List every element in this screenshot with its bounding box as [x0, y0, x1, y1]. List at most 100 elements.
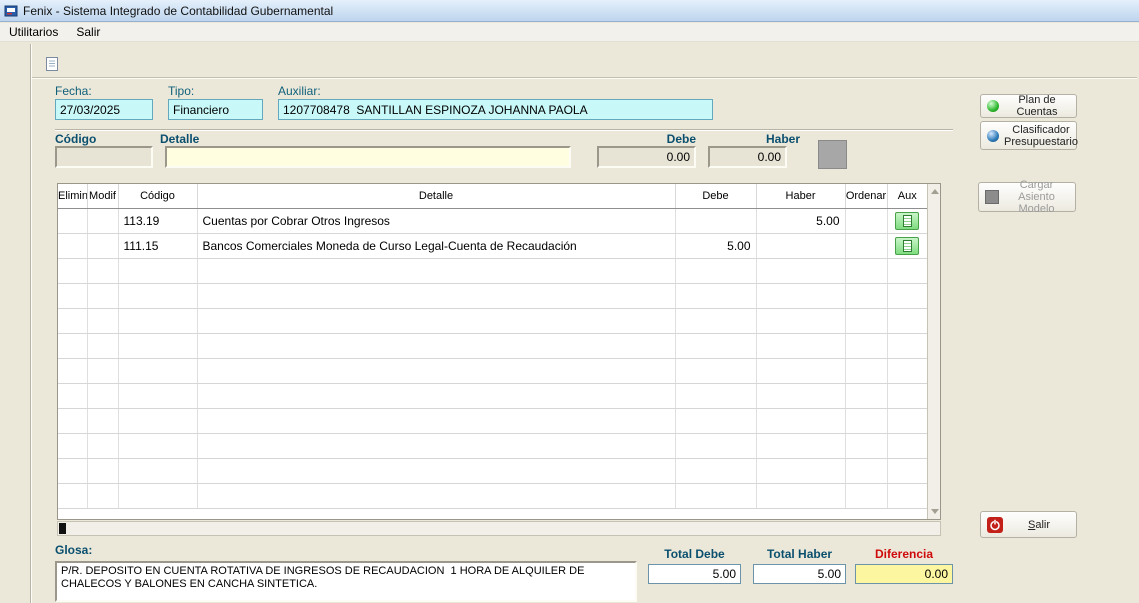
cell-ordenar — [845, 208, 888, 234]
grid-header-2: Modif — [87, 184, 119, 209]
form-separator — [55, 129, 953, 131]
plan-de-cuentas-button[interactable]: Plan de Cuentas — [980, 94, 1077, 118]
glosa-textarea[interactable]: P/R. DEPOSITO EN CUENTA ROTATIVA DE INGR… — [55, 561, 637, 602]
cell-debe — [675, 458, 757, 484]
grid-vertical-scrollbar[interactable] — [927, 184, 940, 519]
table-row[interactable] — [58, 358, 927, 384]
diferencia-field — [855, 564, 953, 584]
cell-codigo — [118, 308, 198, 334]
scroll-down-icon — [931, 509, 939, 514]
green-sphere-icon — [987, 100, 999, 112]
cell-debe — [675, 408, 757, 434]
panel-divider — [30, 44, 31, 603]
fecha-label: Fecha: — [55, 84, 92, 98]
table-row[interactable]: 111.15 Bancos Comerciales Moneda de Curso… — [58, 233, 927, 259]
cell-haber — [756, 433, 846, 459]
scrollbar-thumb[interactable] — [59, 523, 66, 534]
cell-modif — [87, 208, 119, 234]
cell-ordenar — [845, 358, 888, 384]
cell-ordenar — [845, 258, 888, 284]
tipo-field[interactable] — [168, 99, 263, 120]
cell-haber — [756, 308, 846, 334]
grid-header-4: Detalle — [197, 184, 676, 209]
cell-detalle: Bancos Comerciales Moneda de Curso Legal… — [197, 233, 676, 259]
cell-elimin — [58, 458, 88, 484]
cell-detalle — [197, 283, 676, 309]
table-row[interactable] — [58, 283, 927, 309]
table-row[interactable] — [58, 433, 927, 459]
table-row[interactable] — [58, 333, 927, 359]
cell-modif — [87, 483, 119, 509]
cell-elimin — [58, 483, 88, 509]
codigo-input[interactable] — [55, 146, 153, 168]
cell-detalle — [197, 258, 676, 284]
cell-haber — [756, 233, 846, 259]
cell-haber — [756, 283, 846, 309]
cell-modif — [87, 308, 119, 334]
fecha-field[interactable] — [55, 99, 153, 120]
cell-debe — [675, 333, 757, 359]
grid-header-7: Ordenar — [845, 184, 888, 209]
clasificador-presupuestario-button[interactable]: Clasificador Presupuestario — [980, 121, 1078, 150]
document-icon — [902, 239, 912, 252]
grid-header-6: Haber — [756, 184, 846, 209]
table-row[interactable] — [58, 483, 927, 509]
menu-item-utilitarios[interactable]: Utilitarios — [0, 23, 67, 41]
menu-bar: Utilitarios Salir — [0, 23, 1139, 42]
cell-ordenar — [845, 483, 888, 509]
new-document-button[interactable] — [41, 53, 63, 75]
table-row[interactable] — [58, 408, 927, 434]
debe-input[interactable] — [597, 146, 696, 168]
cell-elimin — [58, 408, 88, 434]
cell-aux — [887, 433, 927, 459]
cell-aux — [887, 258, 927, 284]
aux-button[interactable] — [895, 211, 920, 230]
cell-ordenar — [845, 233, 888, 259]
cell-elimin — [58, 233, 88, 259]
salir-button[interactable]: Salir — [980, 511, 1077, 538]
cell-aux — [887, 383, 927, 409]
total-debe-label: Total Debe — [664, 547, 725, 561]
cell-aux — [887, 208, 927, 234]
cell-codigo — [118, 408, 198, 434]
cell-ordenar — [845, 408, 888, 434]
cell-codigo: 111.15 — [118, 233, 198, 259]
cell-debe — [675, 383, 757, 409]
table-row[interactable] — [58, 308, 927, 334]
detalle-label: Detalle — [160, 132, 200, 146]
table-row[interactable] — [58, 458, 927, 484]
auxiliar-field[interactable] — [278, 99, 713, 120]
cell-debe — [675, 283, 757, 309]
cell-haber — [756, 258, 846, 284]
grid-header-1: Elimin — [58, 184, 88, 209]
grid-body: 113.19 Cuentas por Cobrar Otros Ingresos 5… — [58, 208, 927, 509]
cell-debe — [675, 258, 757, 284]
glosa-label: Glosa: — [55, 543, 93, 557]
detalle-input[interactable] — [165, 146, 571, 168]
entry-action-button[interactable] — [818, 140, 847, 169]
cell-detalle — [197, 383, 676, 409]
document-icon — [44, 56, 60, 72]
cell-detalle — [197, 458, 676, 484]
scroll-up-icon — [931, 189, 939, 194]
cell-detalle — [197, 408, 676, 434]
gray-box-icon — [985, 190, 999, 204]
haber-input[interactable] — [708, 146, 787, 168]
aux-button[interactable] — [895, 236, 920, 255]
grid-horizontal-scrollbar[interactable] — [57, 521, 941, 536]
table-row[interactable]: 113.19 Cuentas por Cobrar Otros Ingresos 5… — [58, 208, 927, 234]
cell-modif — [87, 283, 119, 309]
salir-label: Salir — [1027, 518, 1050, 531]
cell-codigo — [118, 333, 198, 359]
cell-codigo — [118, 458, 198, 484]
table-row[interactable] — [58, 258, 927, 284]
cell-haber — [756, 358, 846, 384]
table-row[interactable] — [58, 383, 927, 409]
title-bar: Fenix - Sistema Integrado de Contabilida… — [0, 0, 1139, 22]
cell-aux — [887, 233, 927, 259]
blue-sphere-icon — [987, 129, 999, 142]
app-icon — [4, 4, 18, 18]
menu-item-salir[interactable]: Salir — [67, 23, 109, 41]
cell-modif — [87, 458, 119, 484]
cell-elimin — [58, 383, 88, 409]
